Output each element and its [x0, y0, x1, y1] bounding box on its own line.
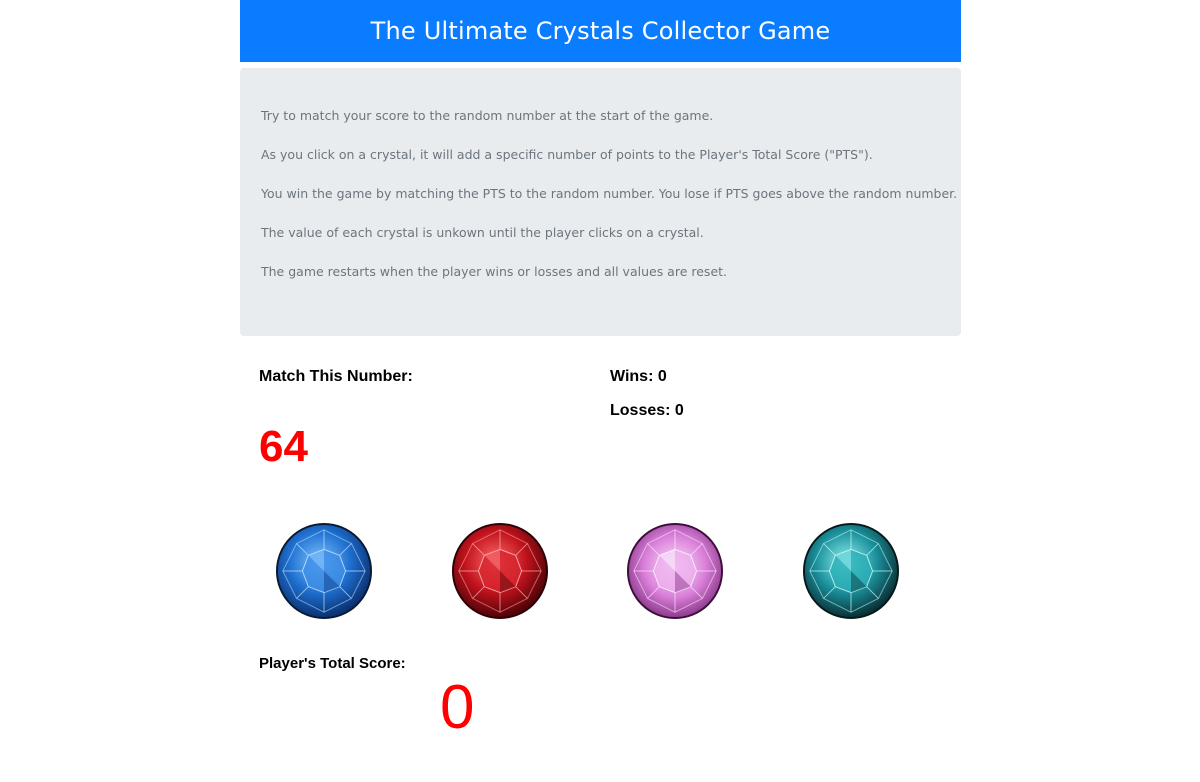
- red-crystal-icon: [451, 522, 549, 620]
- target-label: Match This Number:: [259, 368, 413, 385]
- teal-crystal-button[interactable]: [802, 522, 900, 620]
- blue-crystal-button[interactable]: [275, 522, 373, 620]
- instruction-line: The value of each crystal is unkown unti…: [261, 225, 704, 240]
- pink-crystal-button[interactable]: [626, 522, 724, 620]
- wins-counter: Wins: 0: [610, 368, 667, 385]
- page-title: The Ultimate Crystals Collector Game: [240, 0, 961, 62]
- instruction-line: As you click on a crystal, it will add a…: [261, 147, 873, 162]
- blue-crystal-icon: [275, 522, 373, 620]
- instruction-line: You win the game by matching the PTS to …: [261, 186, 958, 201]
- score-label: Player's Total Score:: [259, 655, 406, 672]
- instruction-line: The game restarts when the player wins o…: [261, 264, 728, 279]
- instructions-panel: Try to match your score to the random nu…: [240, 68, 961, 336]
- target-number: 64: [259, 422, 308, 471]
- teal-crystal-icon: [802, 522, 900, 620]
- score-value: 0: [440, 673, 475, 742]
- instruction-line: Try to match your score to the random nu…: [261, 108, 714, 123]
- pink-crystal-icon: [626, 522, 724, 620]
- losses-counter: Losses: 0: [610, 402, 684, 419]
- red-crystal-button[interactable]: [451, 522, 549, 620]
- game-container: The Ultimate Crystals Collector Game Try…: [240, 0, 961, 782]
